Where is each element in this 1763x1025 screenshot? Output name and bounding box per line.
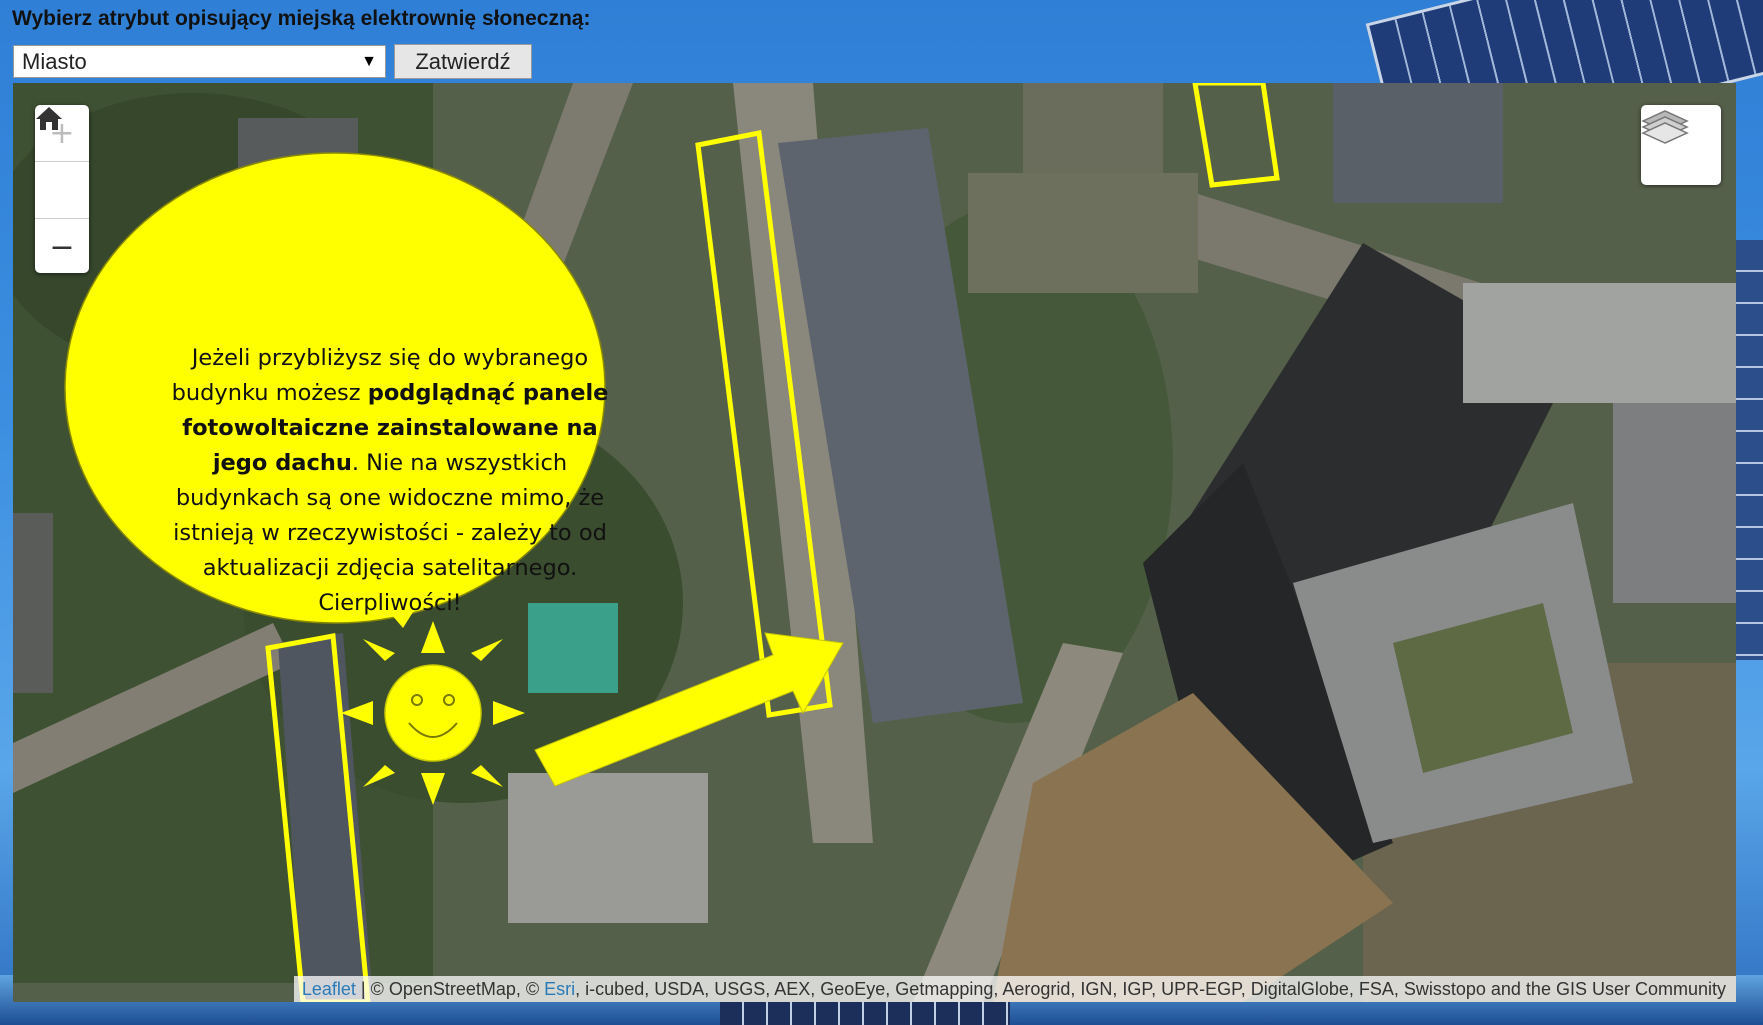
submit-button[interactable]: Zatwierdź xyxy=(394,44,532,79)
attribute-select-value: Miasto xyxy=(22,49,87,74)
map-zoom-control: + − xyxy=(35,105,89,273)
attribute-select[interactable]: Miasto ▼ xyxy=(13,45,386,78)
page-title: Wybierz atrybut opisujący miejską elektr… xyxy=(12,7,591,30)
satellite-map[interactable]: Jeżeli przybliżysz się do wybranego budy… xyxy=(13,83,1736,1002)
home-icon xyxy=(36,107,62,130)
attribution-sep: | © OpenStreetMap, © xyxy=(355,979,545,999)
background-solar-panel-right xyxy=(1733,240,1763,660)
layers-icon xyxy=(1641,110,1689,144)
zoom-out-button[interactable]: − xyxy=(35,219,89,275)
info-bubble-text: Jeżeli przybliżysz się do wybranego budy… xyxy=(165,341,615,621)
chevron-down-icon: ▼ xyxy=(361,53,377,70)
layers-button[interactable] xyxy=(1641,105,1721,185)
leaflet-link[interactable]: Leaflet xyxy=(302,979,356,999)
attribution-rest: , i-cubed, USDA, USGS, AEX, GeoEye, Getm… xyxy=(575,979,1726,999)
map-attribution: Leaflet | © OpenStreetMap, © Esri, i-cub… xyxy=(293,976,1736,1002)
home-button[interactable] xyxy=(35,107,89,219)
esri-link[interactable]: Esri xyxy=(544,979,575,999)
